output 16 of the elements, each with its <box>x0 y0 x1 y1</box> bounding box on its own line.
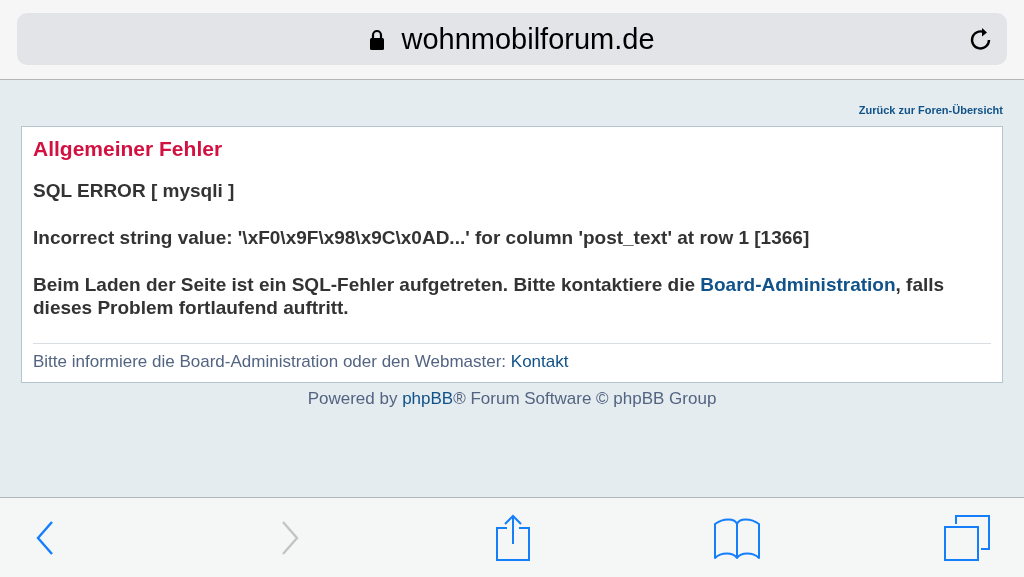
contact-note: Bitte informiere die Board-Administration oder den Webmaster: Kontakt <box>33 352 570 372</box>
error-message: SQL ERROR [ mysqli ] <box>33 179 236 202</box>
error-message: Beim Laden der Seite ist ein SQL-Fehler aufgetreten. Bitte kontaktiere die Board-Administration, falls dieses Problem fortlaufend auftritt. <box>33 273 946 319</box>
share-icon[interactable] <box>495 513 531 562</box>
address-bar[interactable]: wohnmobilforum.de <box>17 13 1007 65</box>
tabs-icon[interactable] <box>944 514 990 561</box>
contact-link[interactable]: Kontakt <box>510 352 569 371</box>
admin-link[interactable]: Board-Administration <box>700 274 896 295</box>
reload-icon[interactable] <box>969 26 993 52</box>
powered-by-text: Powered by phpBB® Forum Software © phpBB Group <box>306 389 718 409</box>
phpbb-link[interactable]: phpBB <box>402 389 454 408</box>
back-to-index-link[interactable]: Zurück zur Foren-Übersicht <box>858 104 1003 126</box>
url-text: wohnmobilforum.de <box>401 22 655 56</box>
back-icon[interactable] <box>36 519 54 556</box>
error-message: Incorrect string value: '\xF0\x9F\x98\x9C\x0AD...' for column 'post_text' at row 1 [1366] <box>33 226 811 249</box>
error-title: Allgemeiner Fehler <box>33 137 224 161</box>
